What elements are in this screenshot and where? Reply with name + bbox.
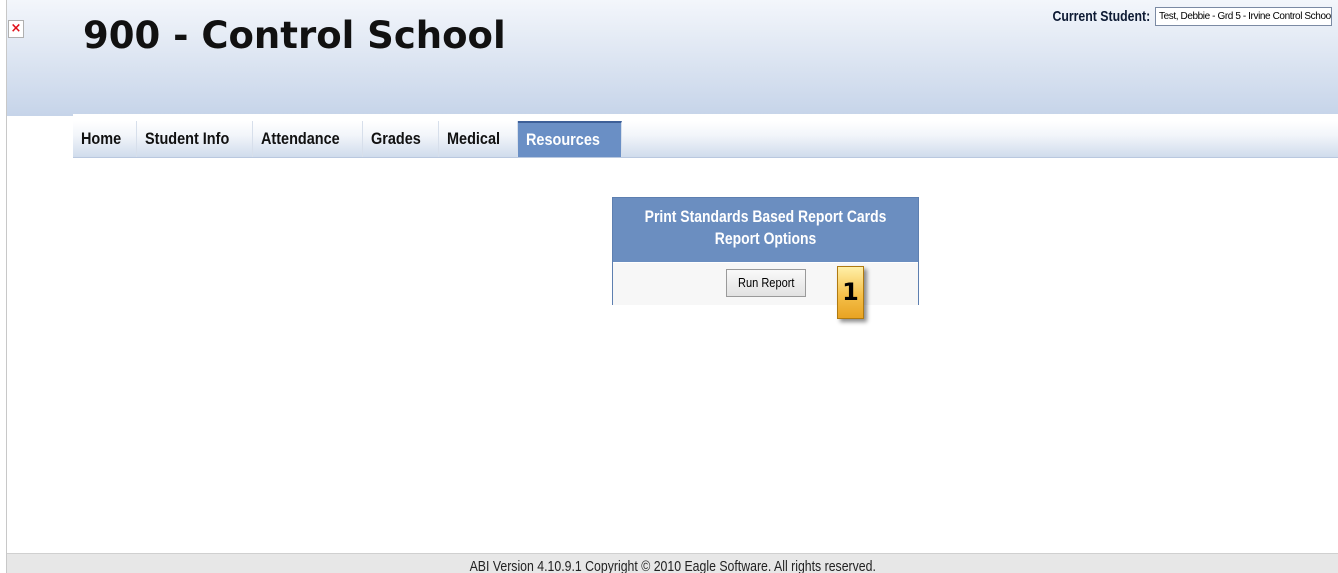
nav-divider xyxy=(73,114,1338,116)
report-panel-header: Print Standards Based Report Cards Repor… xyxy=(613,198,918,262)
nav-grades[interactable]: Grades xyxy=(363,121,439,157)
step-callout-badge: 1 xyxy=(837,266,864,319)
nav-medical[interactable]: Medical xyxy=(439,121,518,157)
report-title: Print Standards Based Report Cards xyxy=(644,207,887,226)
broken-image-icon: × xyxy=(8,20,24,38)
report-options-panel: Print Standards Based Report Cards Repor… xyxy=(612,197,919,305)
current-student-area: Current Student: Test, Debbie - Grd 5 - … xyxy=(1031,7,1332,26)
nav-resources[interactable]: Resources xyxy=(517,121,622,157)
current-student-select[interactable]: Test, Debbie - Grd 5 - Irvine Control Sc… xyxy=(1155,7,1332,26)
footer-bar: ABI Version 4.10.9.1 Copyright © 2010 Ea… xyxy=(7,553,1338,573)
nav-attendance[interactable]: Attendance xyxy=(253,121,363,157)
app-page: × 900 - Control School Current Student: … xyxy=(0,0,1338,573)
nav-items: Home Student Info Attendance Grades Medi… xyxy=(73,121,622,157)
footer-copyright: ABI Version 4.10.9.1 Copyright © 2010 Ea… xyxy=(469,558,876,573)
nav-student-info[interactable]: Student Info xyxy=(137,121,254,157)
school-title: 900 - Control School xyxy=(83,14,506,57)
run-report-button[interactable]: Run Report xyxy=(726,269,806,297)
nav-home[interactable]: Home xyxy=(73,121,138,157)
report-subtitle: Report Options xyxy=(714,229,817,248)
main-navbar: Home Student Info Attendance Grades Medi… xyxy=(73,121,1338,158)
current-student-label: Current Student: xyxy=(1052,8,1150,25)
report-panel-body: Run Report xyxy=(613,262,918,305)
left-edge xyxy=(0,0,7,573)
